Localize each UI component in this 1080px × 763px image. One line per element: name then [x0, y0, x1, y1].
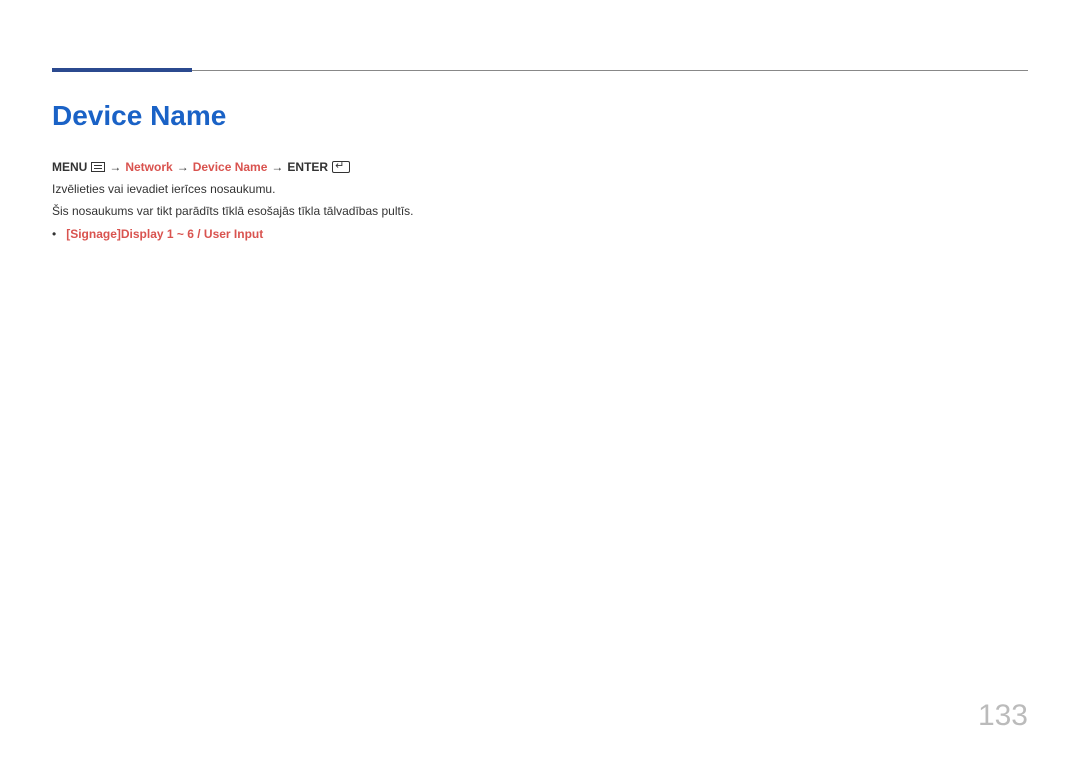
page-content: Device Name MENU → Network → Device Name…: [52, 100, 1028, 243]
page-title: Device Name: [52, 100, 1028, 132]
header-rule: [52, 70, 1028, 71]
breadcrumb-arrow-1: →: [109, 160, 121, 174]
breadcrumb-menu-label: MENU: [52, 160, 87, 174]
breadcrumb-device-name: Device Name: [193, 160, 268, 174]
enter-icon: [332, 161, 350, 173]
breadcrumb-arrow-2: →: [177, 160, 189, 174]
option-text: [Signage]Display 1 ~ 6 / User Input: [66, 226, 263, 243]
option-list-item: • [Signage]Display 1 ~ 6 / User Input: [52, 226, 1028, 243]
header-accent: [52, 68, 192, 72]
breadcrumb-network: Network: [125, 160, 172, 174]
page-number: 133: [978, 699, 1028, 733]
description-line-1: Izvēlieties vai ievadiet ierīces nosauku…: [52, 180, 1028, 198]
bullet-marker: •: [52, 226, 56, 243]
description-line-2: Šis nosaukums var tikt parādīts tīklā es…: [52, 202, 1028, 220]
breadcrumb-arrow-3: →: [271, 160, 283, 174]
menu-icon: [91, 162, 105, 172]
breadcrumb: MENU → Network → Device Name → ENTER: [52, 160, 1028, 174]
breadcrumb-enter-label: ENTER: [287, 160, 328, 174]
